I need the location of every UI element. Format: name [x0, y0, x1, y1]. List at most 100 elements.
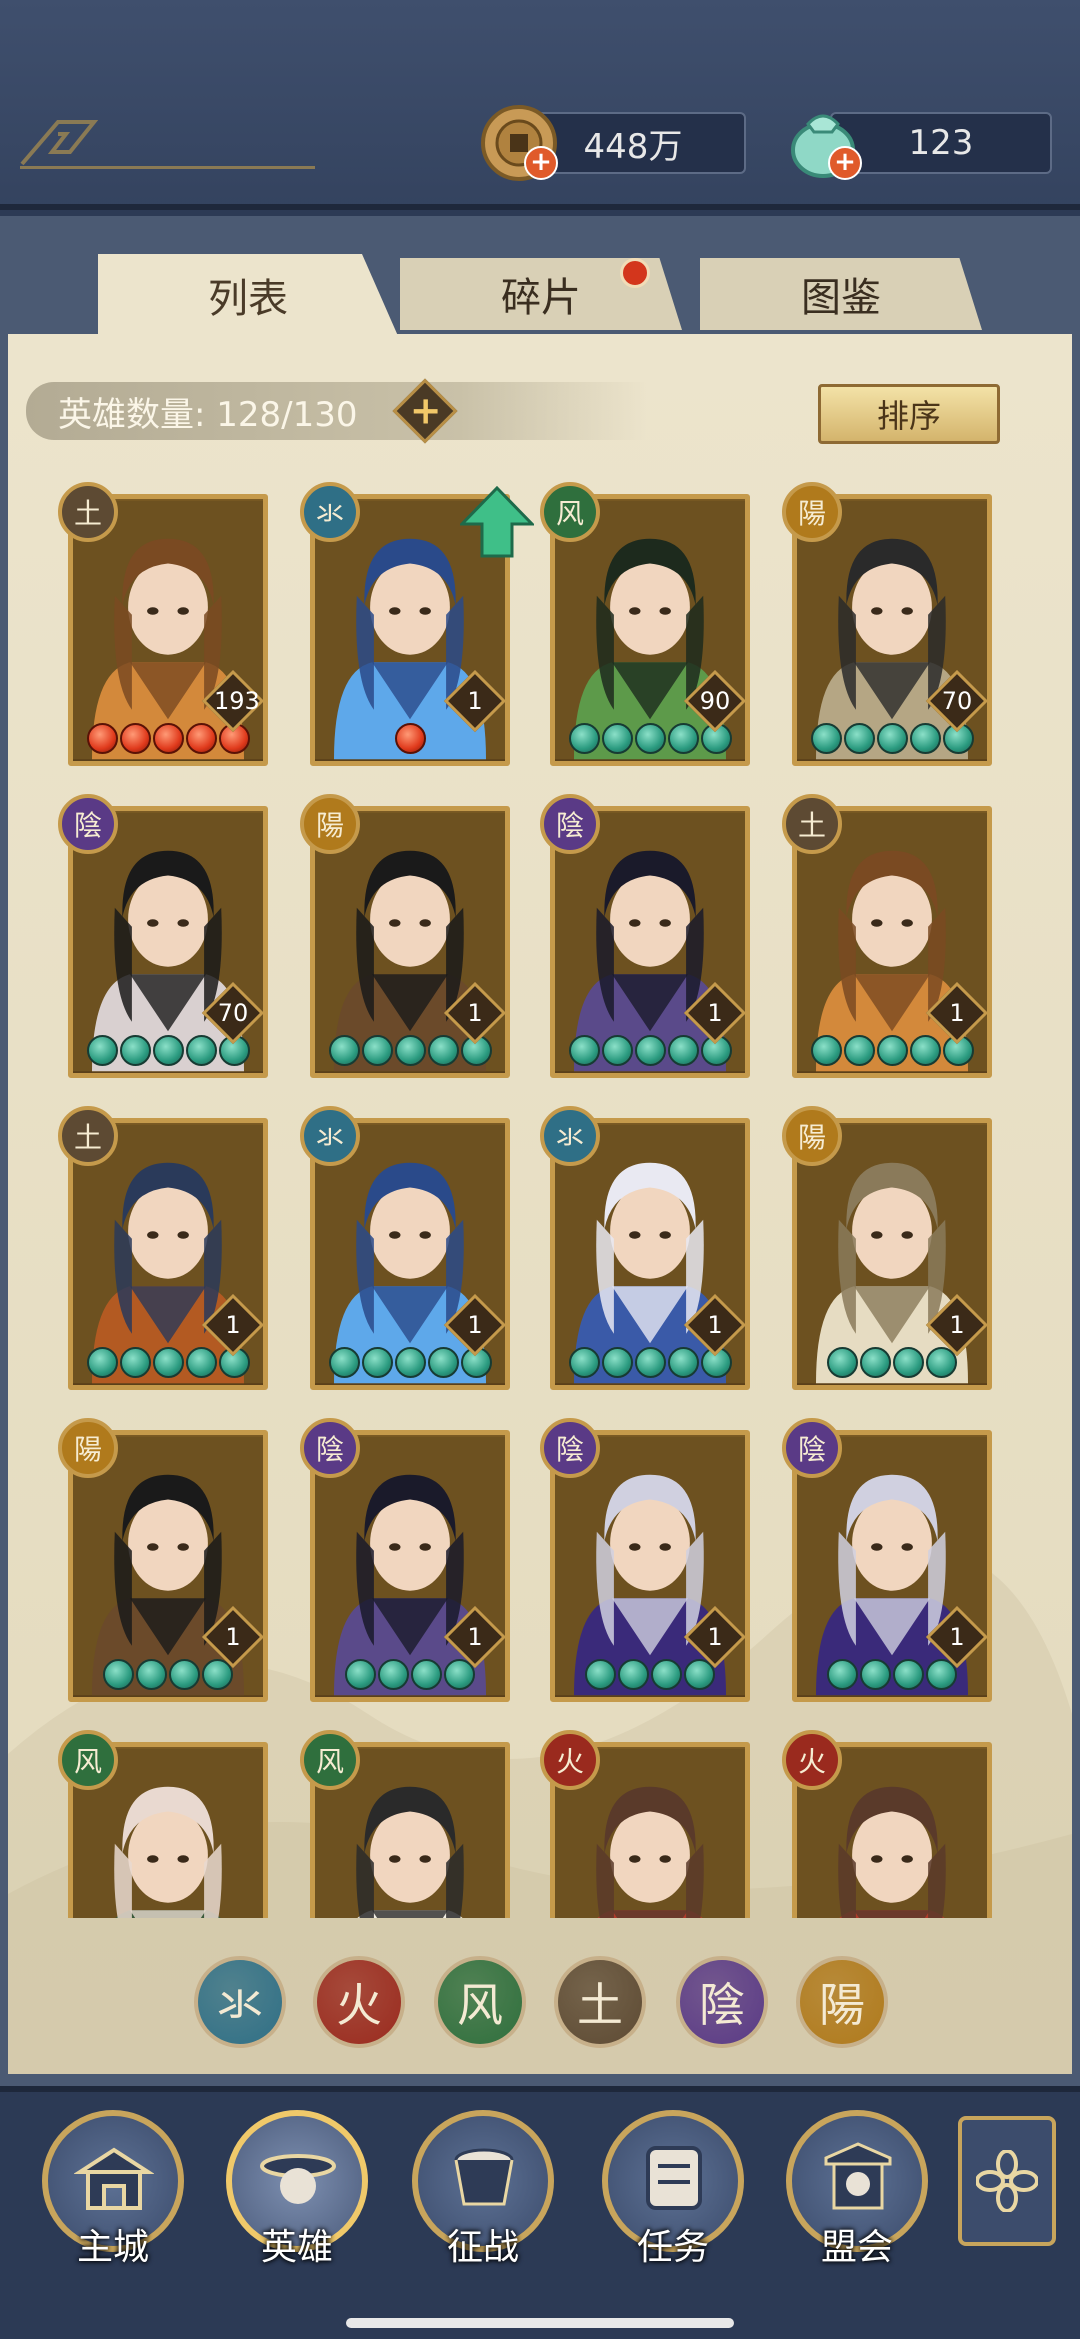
star-icon: [185, 1035, 217, 1066]
star-icon: [568, 1035, 600, 1066]
element-yin-icon: 陰: [58, 794, 118, 854]
home-indicator: [346, 2318, 734, 2328]
decorative-line: [20, 166, 315, 169]
star-icon: [860, 1347, 891, 1378]
star-icon: [810, 1035, 842, 1066]
level-value: 1: [467, 999, 483, 1027]
nav-label: 英雄: [260, 2227, 333, 2268]
star-icon: [185, 1347, 217, 1378]
filter-earth-button[interactable]: 土: [554, 1956, 646, 2048]
element-water-icon: 氺: [540, 1106, 600, 1166]
star-icon: [601, 723, 633, 754]
filter-yin-button[interactable]: 陰: [676, 1956, 768, 2048]
star-icon: [893, 1347, 924, 1378]
hero-grid: 193 土 1 氺 90 风 70 陽 70 陰 1 陽 1 陰 1 土 1 土 …: [8, 470, 1072, 1918]
level-value: 1: [707, 1311, 723, 1339]
star-icon: [185, 723, 217, 754]
level-value: 1: [949, 1311, 965, 1339]
star-icon: [86, 1347, 118, 1378]
star-icon: [568, 723, 600, 754]
coins-value: 448万: [583, 126, 683, 167]
star-icon: [876, 723, 908, 754]
add-coins-button[interactable]: +: [524, 146, 558, 180]
battle-drum-icon: [454, 2148, 514, 2206]
tab-list-label: 列表: [208, 276, 288, 322]
level-value: 1: [467, 1311, 483, 1339]
alliance-icon: [824, 2142, 892, 2210]
add-jade-button[interactable]: +: [828, 146, 862, 180]
element-fire-icon: 火: [540, 1730, 600, 1790]
level-value: 193: [214, 687, 260, 715]
star-icon: [634, 723, 666, 754]
filter-wind-button[interactable]: 风: [434, 1956, 526, 2048]
star-icon: [568, 1347, 600, 1378]
level-value: 1: [949, 1623, 965, 1651]
star-icon: [634, 1347, 666, 1378]
level-value: 90: [699, 687, 731, 715]
star-icon: [169, 1659, 200, 1690]
star-icon: [909, 723, 941, 754]
level-value: 1: [707, 999, 723, 1027]
star-icon: [651, 1659, 682, 1690]
tab-list[interactable]: 列表: [98, 254, 398, 336]
star-icon: [827, 1659, 858, 1690]
element-yang-icon: 陽: [782, 1106, 842, 1166]
star-icon: [361, 1347, 393, 1378]
element-wind-icon: 风: [540, 482, 600, 542]
star-icon: [860, 1659, 891, 1690]
sort-button[interactable]: 排序: [818, 384, 1000, 444]
element-yin-icon: 陰: [540, 794, 600, 854]
star-icon: [601, 1347, 633, 1378]
nav-label: 任务: [636, 2227, 709, 2268]
hero-count-label: 英雄数量: 128/130: [58, 394, 358, 435]
star-icon: [667, 723, 699, 754]
star-icon: [119, 1035, 151, 1066]
star-icon: [119, 1347, 151, 1378]
level-value: 1: [225, 1311, 241, 1339]
element-yin-icon: 陰: [540, 1418, 600, 1478]
star-icon: [345, 1659, 376, 1690]
sort-label: 排序: [876, 397, 941, 435]
star-icon: [411, 1659, 442, 1690]
star-icon: [893, 1659, 924, 1690]
element-fire-icon: 火: [782, 1730, 842, 1790]
level-value: 70: [217, 999, 249, 1027]
level-value: 70: [941, 687, 973, 715]
star-icon: [103, 1659, 134, 1690]
hero-count: 英雄数量: 128/130: [26, 382, 646, 440]
tab-codex-label: 图鉴: [801, 275, 881, 321]
element-earth-icon: 土: [58, 1106, 118, 1166]
filter-yang-button[interactable]: 陽: [796, 1956, 888, 2048]
star-icon: [86, 1035, 118, 1066]
star-icon: [152, 723, 184, 754]
cloud-swirl-icon: [20, 120, 98, 166]
star-icon: [361, 1035, 393, 1066]
star-icon: [843, 1035, 875, 1066]
tab-codex[interactable]: 图鉴: [700, 258, 982, 330]
tab-fragments-label: 碎片: [501, 275, 581, 321]
filter-water-button[interactable]: 氺: [194, 1956, 286, 2048]
star-icon: [328, 1035, 360, 1066]
star-icon: [378, 1659, 409, 1690]
element-wind-icon: 风: [300, 1730, 360, 1790]
element-water-icon: 氺: [300, 1106, 360, 1166]
jade-value: 123: [908, 123, 974, 163]
element-yang-icon: 陽: [300, 794, 360, 854]
flower-menu-icon: [976, 2150, 1038, 2212]
star-icon: [667, 1035, 699, 1066]
star-icon: [909, 1035, 941, 1066]
star-icon: [394, 1035, 426, 1066]
star-icon: [601, 1035, 633, 1066]
more-menu-button[interactable]: [958, 2116, 1056, 2246]
scroll-icon: [646, 2146, 702, 2210]
star-icon: [86, 723, 118, 754]
star-icon: [634, 1035, 666, 1066]
star-icon: [152, 1035, 184, 1066]
star-icon: [152, 1347, 184, 1378]
element-yang-icon: 陽: [58, 1418, 118, 1478]
element-earth-icon: 土: [58, 482, 118, 542]
star-icon: [394, 723, 426, 754]
notification-badge: [620, 258, 650, 288]
star-icon: [876, 1035, 908, 1066]
filter-fire-button[interactable]: 火: [313, 1956, 405, 2048]
